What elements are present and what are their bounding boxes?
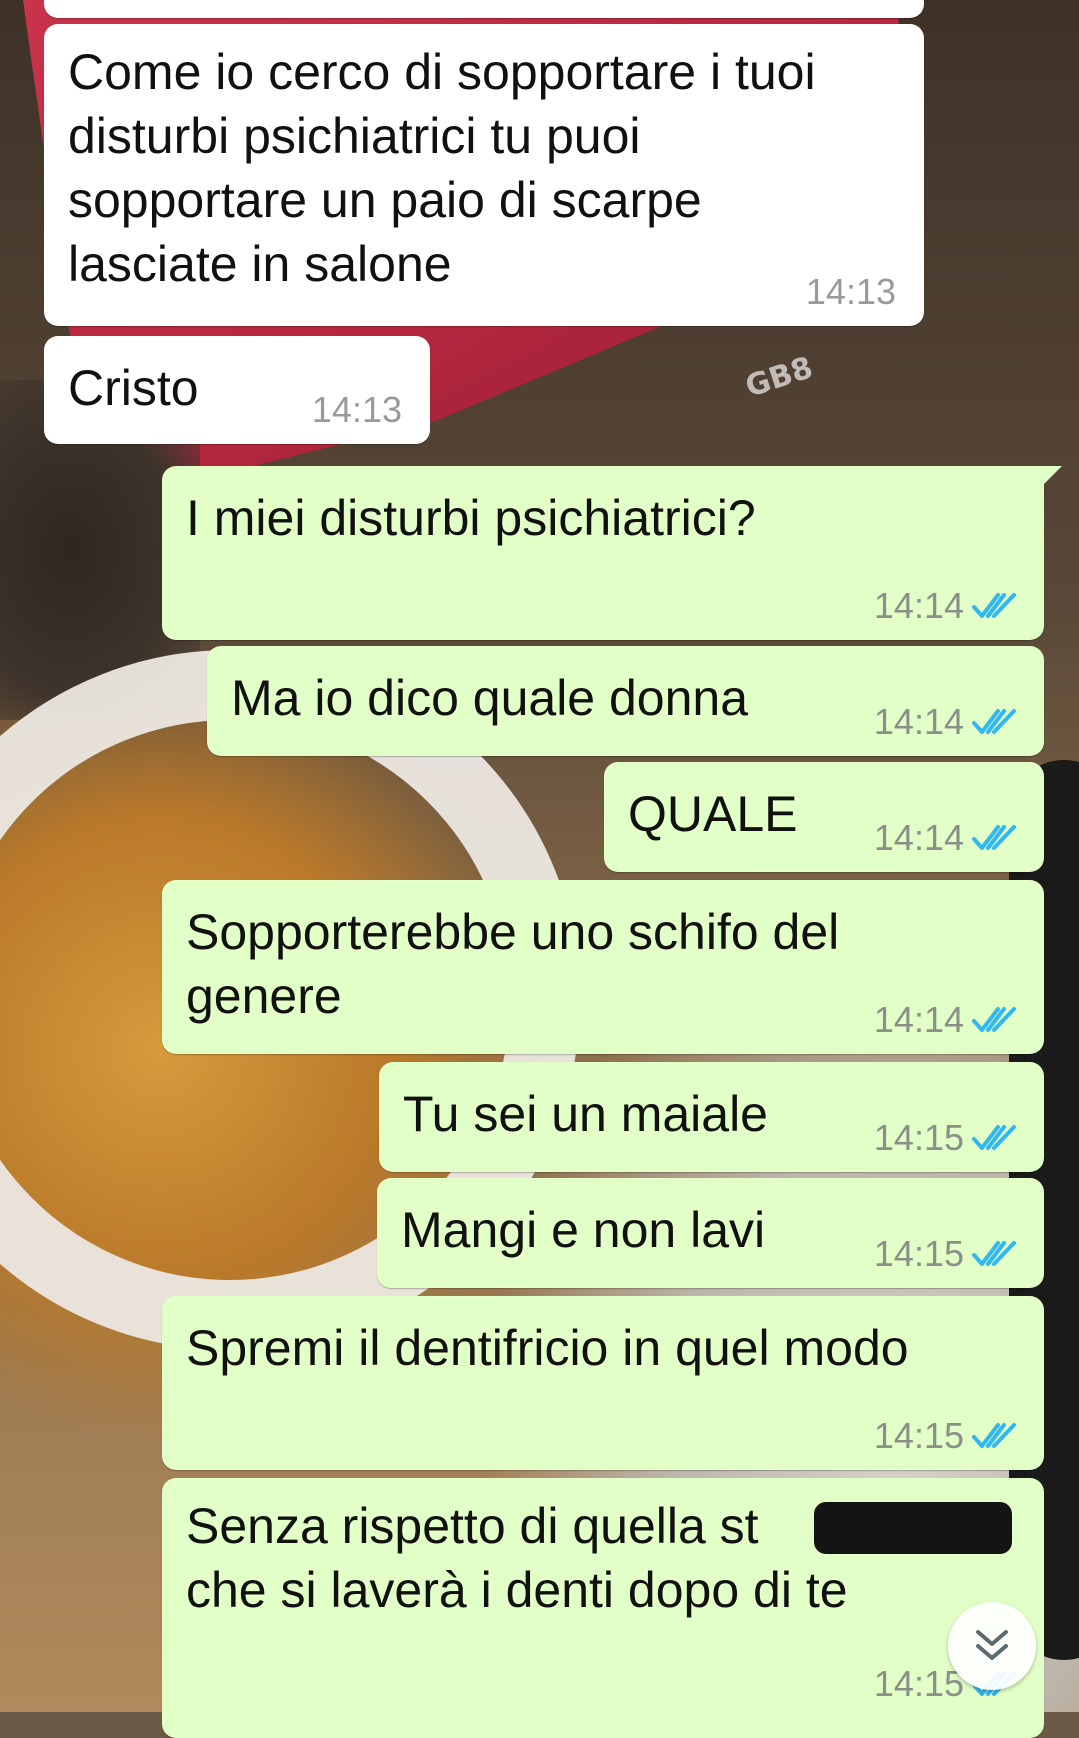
message-time: 14:15 bbox=[873, 1117, 964, 1158]
message-text: Come io cerco di sopportare i tuoi distu… bbox=[68, 44, 816, 292]
message-time: 14:13 bbox=[805, 271, 896, 312]
message-bubble-outgoing[interactable]: I miei disturbi psichiatrici? 14:14 bbox=[162, 466, 1062, 640]
message-bubble-outgoing[interactable]: Tu sei un maiale 14:15 bbox=[379, 1062, 1044, 1172]
message-time: 14:15 bbox=[873, 1233, 964, 1274]
double-check-icon bbox=[972, 709, 1016, 734]
double-check-icon bbox=[972, 1125, 1016, 1150]
message-text: I miei disturbi psichiatrici? bbox=[186, 490, 756, 546]
message-meta: 14:15 bbox=[874, 1416, 1018, 1456]
message-meta: 14:14 bbox=[874, 818, 1018, 858]
message-bubble-partial[interactable] bbox=[44, 0, 924, 18]
double-check-icon bbox=[972, 1007, 1016, 1032]
message-bubble-incoming[interactable]: Cristo 14:13 bbox=[44, 336, 430, 444]
message-bubble-outgoing[interactable]: Spremi il dentifricio in quel modo 14:15 bbox=[162, 1296, 1044, 1470]
message-bubble-outgoing[interactable]: Sopporterebbe uno schifo del genere 14:1… bbox=[162, 880, 1044, 1054]
message-list[interactable]: Come io cerco di sopportare i tuoi distu… bbox=[0, 0, 1079, 1738]
message-bubble-outgoing[interactable]: Senza rispetto di quella st che si laver… bbox=[162, 1478, 1044, 1738]
message-time: 14:14 bbox=[873, 999, 964, 1040]
scroll-to-bottom-button[interactable] bbox=[948, 1602, 1036, 1690]
double-check-icon bbox=[972, 1423, 1016, 1448]
message-meta: 14:14 bbox=[874, 702, 1018, 742]
double-check-icon bbox=[972, 593, 1016, 618]
message-time: 14:14 bbox=[873, 817, 964, 858]
message-time: 14:15 bbox=[873, 1415, 964, 1456]
message-time: 14:13 bbox=[311, 389, 402, 430]
message-meta: 14:14 bbox=[874, 586, 1018, 626]
double-check-icon bbox=[972, 1241, 1016, 1266]
message-time: 14:14 bbox=[873, 701, 964, 742]
bubble-tail bbox=[1040, 466, 1062, 488]
chevron-double-down-icon bbox=[976, 1630, 1008, 1660]
message-bubble-outgoing[interactable]: Ma io dico quale donna 14:14 bbox=[207, 646, 1044, 756]
message-meta: 14:15 bbox=[874, 1118, 1018, 1158]
message-bubble-outgoing[interactable]: Mangi e non lavi 14:15 bbox=[377, 1178, 1044, 1288]
message-time: 14:15 bbox=[873, 1663, 964, 1704]
message-text: Spremi il dentifricio in quel modo bbox=[186, 1320, 909, 1376]
message-meta: 14:13 bbox=[806, 272, 896, 312]
double-check-icon bbox=[972, 825, 1016, 850]
message-bubble-incoming[interactable]: Come io cerco di sopportare i tuoi distu… bbox=[44, 24, 924, 326]
message-bubble-outgoing[interactable]: QUALE 14:14 bbox=[604, 762, 1044, 872]
message-time: 14:14 bbox=[873, 585, 964, 626]
message-meta: 14:15 bbox=[874, 1234, 1018, 1274]
redaction-box bbox=[814, 1502, 1012, 1554]
message-meta: 14:14 bbox=[874, 1000, 1018, 1040]
message-meta: 14:13 bbox=[312, 390, 402, 430]
message-text: Sopporterebbe uno schifo del genere bbox=[186, 904, 840, 1024]
